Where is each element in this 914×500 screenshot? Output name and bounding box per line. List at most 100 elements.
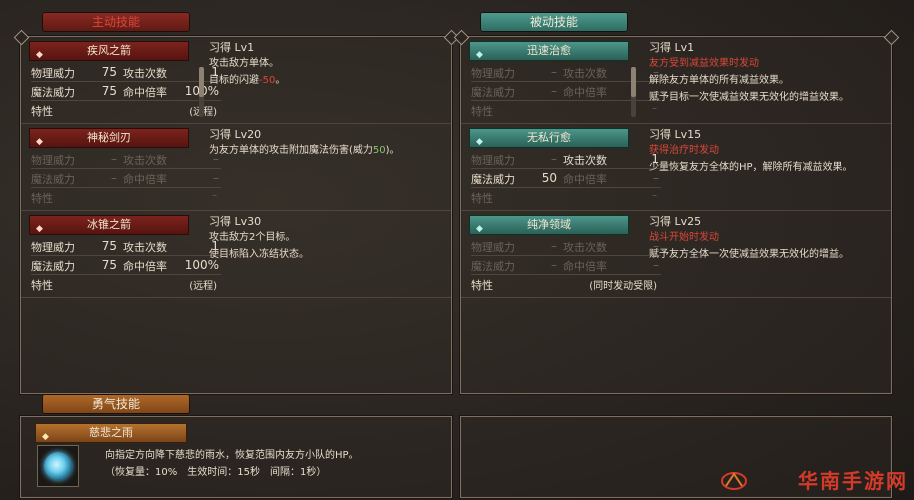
gem-icon: ◆ bbox=[476, 50, 483, 60]
phys-label: 物理威力 bbox=[31, 67, 75, 80]
phys-label: 物理威力 bbox=[31, 241, 75, 254]
passive-skill-3[interactable]: ◆ 纯净领域 物理威力 – 攻击次数 – 魔法威力 – 命中倍率 – 特性 (同时发动受限) 习… bbox=[461, 211, 891, 298]
phys-value: – bbox=[551, 65, 557, 79]
mag-value: 50 bbox=[541, 171, 557, 185]
active-scrollbar[interactable] bbox=[199, 67, 204, 117]
skill-name: 慈悲之雨 bbox=[89, 426, 133, 439]
skill-name: 冰锥之箭 bbox=[87, 218, 131, 231]
phys-label: 物理威力 bbox=[471, 241, 515, 254]
skill-name: 迅速治愈 bbox=[527, 44, 571, 57]
desc-line: 目标的闪避-50。 bbox=[209, 72, 439, 89]
acc-label: 命中倍率 bbox=[563, 173, 607, 186]
hits-label: 攻击次数 bbox=[563, 241, 607, 254]
learn-level: 习得 Lv20 bbox=[209, 128, 262, 141]
gem-icon: ◆ bbox=[36, 224, 43, 234]
trait-value: – bbox=[212, 190, 217, 201]
phys-value: 75 bbox=[101, 65, 117, 79]
phys-value: – bbox=[551, 239, 557, 253]
hits-label: 攻击次数 bbox=[563, 67, 607, 80]
hits-label: 攻击次数 bbox=[123, 154, 167, 167]
trigger-condition: 战斗开始时发动 bbox=[649, 232, 719, 243]
mag-label: 魔法威力 bbox=[31, 173, 75, 186]
desc-value: 50 bbox=[372, 145, 386, 156]
acc-label: 命中倍率 bbox=[123, 86, 167, 99]
mag-value: 75 bbox=[101, 258, 117, 272]
skill-name: 纯净领域 bbox=[527, 218, 571, 231]
learn-level: 习得 Lv1 bbox=[649, 41, 695, 54]
passive-skill-2[interactable]: ◆ 无私行愈 物理威力 – 攻击次数 1 魔法威力 50 命中倍率 – 特性 – 习得 Lv15… bbox=[461, 124, 891, 211]
desc-line: 为友方单体的攻击附加魔法伤害(威力50)。 bbox=[209, 142, 439, 159]
desc-text: 目标的闪避 bbox=[209, 75, 259, 86]
active-skill-3[interactable]: ◆ 冰锥之箭 物理威力 75 攻击次数 1 魔法威力 75 命中倍率 100% 特性 (远程) … bbox=[21, 211, 451, 298]
desc-line: 赋予友方全体一次使减益效果无效化的增益。 bbox=[649, 249, 849, 260]
mag-label: 魔法威力 bbox=[471, 173, 515, 186]
desc-line: 使目标陷入冻结状态。 bbox=[209, 249, 309, 260]
acc-label: 命中倍率 bbox=[123, 260, 167, 273]
trait-label: 特性 bbox=[471, 192, 493, 205]
phys-label: 物理威力 bbox=[471, 154, 515, 167]
desc-line: （恢复量：10% 生效时间：15秒 间隔：1秒） bbox=[105, 467, 327, 478]
site-logo-icon bbox=[721, 472, 747, 490]
desc-line: 赋予目标一次使减益效果无效化的增益效果。 bbox=[649, 92, 849, 103]
skill-description: 获得治疗时发动 少量恢复友方全体的HP，解除所有减益效果。 bbox=[649, 142, 879, 176]
acc-label: 命中倍率 bbox=[563, 260, 607, 273]
gem-icon: ◆ bbox=[36, 137, 43, 147]
courage-skill-icon[interactable] bbox=[37, 445, 79, 487]
skill-description: 攻击敌方单体。 目标的闪避-50。 bbox=[209, 55, 439, 89]
desc-text: 为友方单体的攻击附加魔法伤害(威力 bbox=[209, 145, 373, 156]
mag-value: 75 bbox=[101, 84, 117, 98]
desc-text: 。 bbox=[275, 75, 286, 86]
desc-line: 攻击敌方2个目标。 bbox=[209, 232, 296, 243]
acc-value: – bbox=[213, 171, 219, 185]
gem-icon: ◆ bbox=[476, 224, 483, 234]
trait-value: (同时发动受限) bbox=[589, 281, 657, 292]
hits-label: 攻击次数 bbox=[563, 154, 607, 167]
passive-skills-panel: ◆ 迅速治愈 物理威力 – 攻击次数 – 魔法威力 – 命中倍率 – 特性 – 习得 Lv1 友… bbox=[460, 36, 892, 394]
skill-name-bar: ◆ 疾风之箭 bbox=[29, 41, 189, 61]
tab-passive-skills[interactable]: 被动技能 bbox=[480, 12, 628, 32]
trait-label: 特性 bbox=[471, 279, 493, 292]
phys-value: – bbox=[551, 152, 557, 166]
passive-skill-1[interactable]: ◆ 迅速治愈 物理威力 – 攻击次数 – 魔法威力 – 命中倍率 – 特性 – 习得 Lv1 友… bbox=[461, 37, 891, 124]
hits-label: 攻击次数 bbox=[123, 67, 167, 80]
skill-name-bar: ◆ 纯净领域 bbox=[469, 215, 629, 235]
gem-icon: ◆ bbox=[42, 432, 49, 442]
phys-value: – bbox=[111, 152, 117, 166]
skill-stats: 物理威力75攻击次数1 魔法威力75命中倍率100% 特性(远程) bbox=[31, 63, 221, 119]
active-skill-2[interactable]: ◆ 神秘剑刃 物理威力 – 攻击次数 – 魔法威力 – 命中倍率 – 特性 – 习得 Lv20 … bbox=[21, 124, 451, 211]
trait-label: 特性 bbox=[31, 192, 53, 205]
trait-value: (远程) bbox=[189, 281, 217, 292]
watermark: 华南手游网 bbox=[798, 469, 908, 493]
mag-value: – bbox=[551, 84, 557, 98]
skill-name: 无私行愈 bbox=[527, 131, 571, 144]
phys-value: 75 bbox=[101, 239, 117, 253]
desc-line: 攻击敌方单体。 bbox=[209, 58, 279, 69]
trait-value: – bbox=[652, 190, 657, 201]
trait-label: 特性 bbox=[31, 105, 53, 118]
active-skill-1[interactable]: ◆疾风之箭 物理威力75攻击次数1 魔法威力75命中倍率100% 特性(远程) … bbox=[21, 37, 451, 124]
tab-active-skills[interactable]: 主动技能 bbox=[42, 12, 190, 32]
desc-value: -50 bbox=[259, 75, 276, 86]
desc-line: 解除友方单体的所有减益效果。 bbox=[649, 75, 789, 86]
courage-skill-name-bar[interactable]: ◆ 慈悲之雨 bbox=[35, 423, 187, 443]
learn-level: 习得 Lv30 bbox=[209, 215, 262, 228]
mag-value: – bbox=[111, 171, 117, 185]
tab-courage-skills[interactable]: 勇气技能 bbox=[42, 394, 190, 414]
phys-label: 物理威力 bbox=[471, 67, 515, 80]
active-skills-panel: ◆疾风之箭 物理威力75攻击次数1 魔法威力75命中倍率100% 特性(远程) … bbox=[20, 36, 452, 394]
trait-label: 特性 bbox=[31, 279, 53, 292]
trait-label: 特性 bbox=[471, 105, 493, 118]
desc-line: 向指定方向降下慈悲的雨水，恢复范围内友方小队的HP。 bbox=[105, 450, 359, 461]
passive-scrollbar[interactable] bbox=[631, 67, 636, 117]
acc-label: 命中倍率 bbox=[123, 173, 167, 186]
courage-skill-desc: 向指定方向降下慈悲的雨水，恢复范围内友方小队的HP。 （恢复量：10% 生效时间… bbox=[105, 447, 445, 481]
skill-name-bar: ◆ 迅速治愈 bbox=[469, 41, 629, 61]
mag-label: 魔法威力 bbox=[471, 260, 515, 273]
mag-value: – bbox=[551, 258, 557, 272]
phys-label: 物理威力 bbox=[31, 154, 75, 167]
skill-name: 神秘剑刃 bbox=[87, 131, 131, 144]
skill-name-bar: ◆ 神秘剑刃 bbox=[29, 128, 189, 148]
skill-description: 战斗开始时发动 赋予友方全体一次使减益效果无效化的增益。 bbox=[649, 229, 879, 263]
skill-stats: 物理威力 – 攻击次数 – 魔法威力 – 命中倍率 – 特性 – bbox=[31, 150, 221, 206]
acc-label: 命中倍率 bbox=[563, 86, 607, 99]
